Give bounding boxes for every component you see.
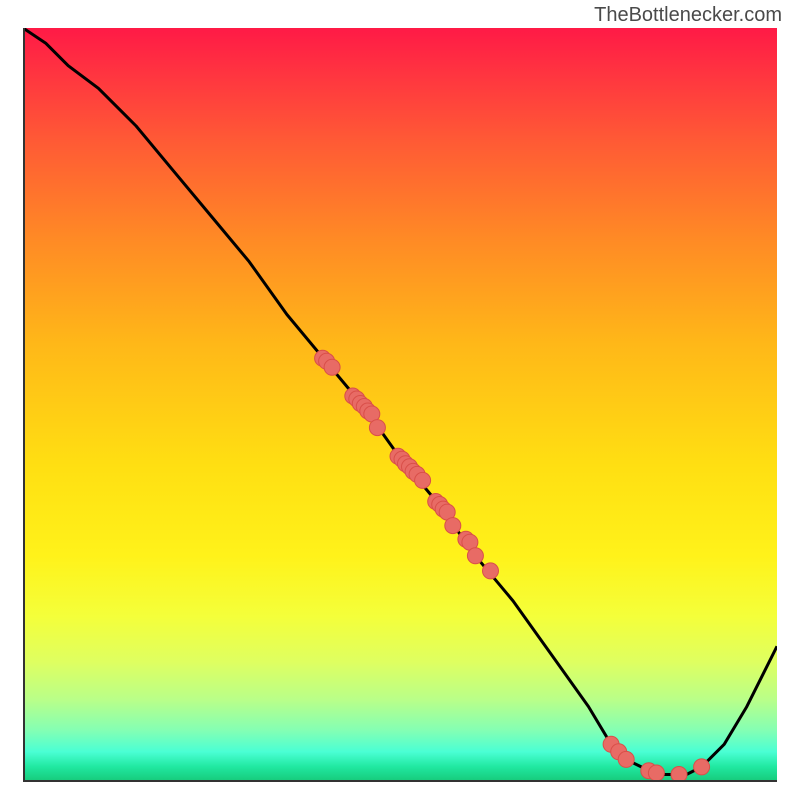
data-marker: [445, 518, 461, 534]
data-marker: [694, 759, 710, 775]
curve-layer: [23, 28, 777, 782]
plot-area: [23, 28, 777, 782]
attribution-text: TheBottlenecker.com: [594, 4, 782, 27]
data-marker: [324, 359, 340, 375]
data-markers: [315, 350, 710, 782]
data-marker: [467, 548, 483, 564]
chart-container: TheBottlenecker.com: [0, 0, 800, 800]
data-marker: [618, 751, 634, 767]
data-marker: [671, 767, 687, 783]
data-marker: [648, 765, 664, 781]
data-marker: [415, 472, 431, 488]
data-marker: [483, 563, 499, 579]
bottleneck-curve-line: [23, 28, 777, 775]
data-marker: [369, 420, 385, 436]
